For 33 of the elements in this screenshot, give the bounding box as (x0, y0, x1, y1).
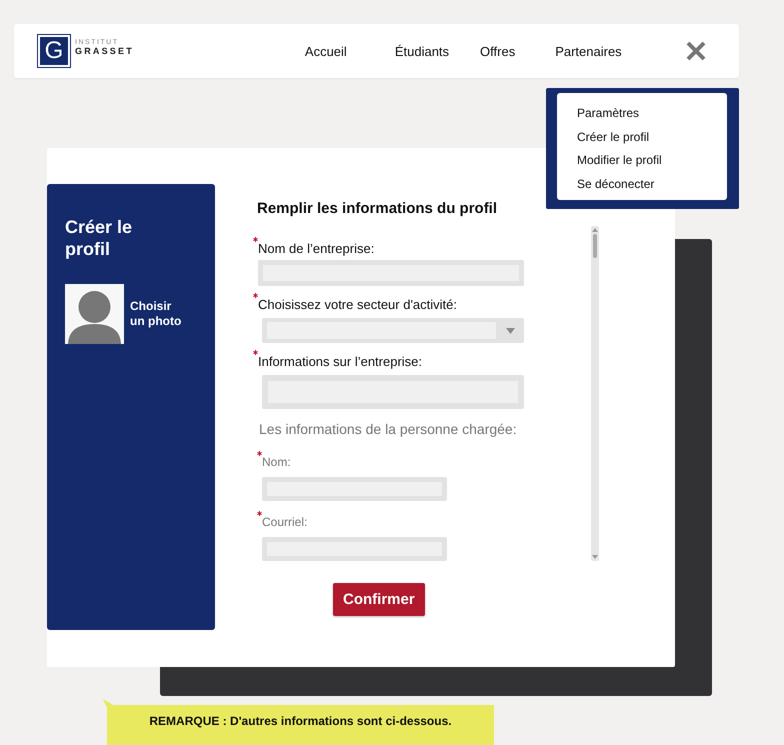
menu-item[interactable]: Paramètres (577, 105, 707, 122)
field-label: Choisissez votre secteur d'activité: (258, 297, 458, 312)
field-label: Courriel: (262, 515, 308, 529)
nav-link[interactable]: Étudiants (394, 44, 450, 58)
nav-link[interactable]: Accueil (304, 44, 347, 58)
confirm-button[interactable]: Confirmer (333, 583, 425, 616)
field-label: Nom: (262, 455, 291, 469)
close-icon (686, 41, 706, 61)
logo-text: GRASSET (75, 46, 134, 56)
sidebar-title: Créer le profil (65, 216, 134, 260)
select-field[interactable] (262, 318, 524, 343)
close-button[interactable] (686, 41, 706, 61)
field-label: Nom de l’entreprise: (258, 241, 374, 256)
input-field[interactable] (258, 260, 524, 286)
nav-link[interactable]: Offres (480, 44, 516, 58)
choose-photo-button[interactable]: Choisir un photo (130, 299, 186, 329)
textarea-field[interactable] (262, 375, 524, 409)
field-label: Informations sur l’entreprise: (258, 354, 422, 369)
logo-mark: G (38, 35, 70, 67)
nav-link[interactable]: Partenaires (555, 44, 622, 58)
menu-item[interactable]: Modifier le profil (577, 152, 707, 168)
scroll-up-icon (592, 228, 598, 232)
menu-item[interactable]: Créer le profil (577, 128, 707, 145)
section-label: Les informations de la personne chargée: (259, 421, 518, 437)
scroll-down-icon (592, 555, 598, 559)
note-text: REMARQUE : D'autres informations sont ci-dessous. (149, 714, 452, 728)
input-field[interactable] (262, 477, 447, 501)
avatar-icon (65, 284, 124, 344)
caret-icon (506, 328, 515, 334)
scrollbar[interactable] (591, 226, 599, 561)
form-title: Remplir les informations du profil (257, 200, 498, 217)
input-field[interactable] (262, 537, 447, 561)
menu-item[interactable]: Se déconecter (577, 176, 707, 192)
